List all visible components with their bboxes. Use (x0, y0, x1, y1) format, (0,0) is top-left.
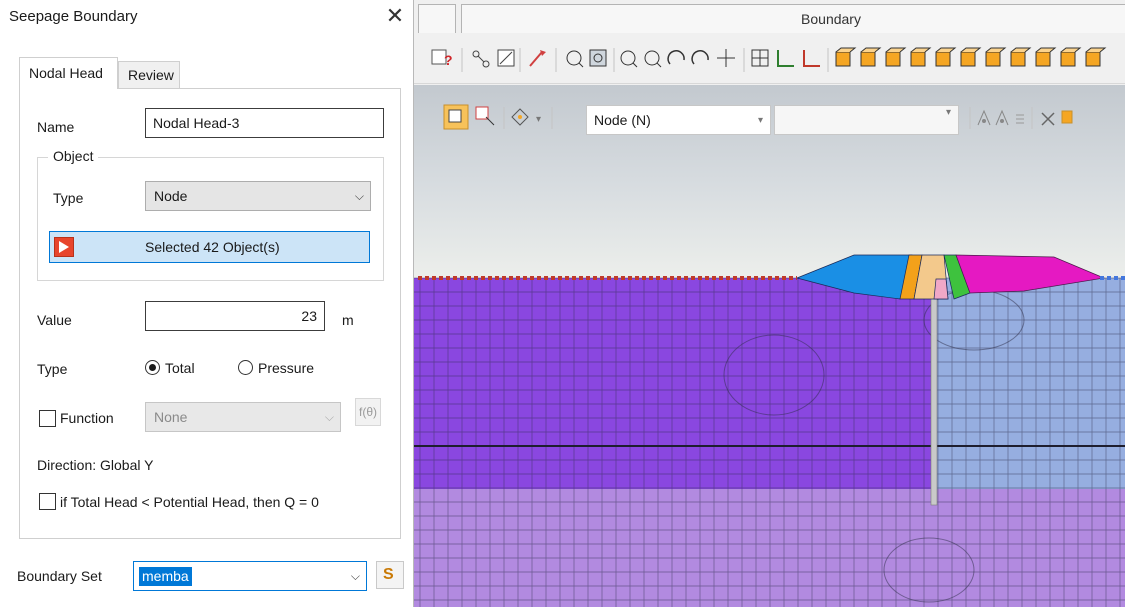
embankment-core-drain (933, 278, 949, 300)
view-top-icon[interactable] (960, 47, 982, 67)
main-application-area: Boundary ? ▾ Node (N) ▾ ▾ (413, 0, 1125, 607)
select-objects-label: Selected 42 Object(s) (145, 239, 280, 255)
value-label: Value (37, 312, 72, 328)
radio-pressure[interactable] (238, 360, 253, 375)
radio-total[interactable] (145, 360, 160, 375)
view-extra-icon[interactable] (1010, 47, 1032, 67)
view-iso-icon[interactable] (835, 47, 857, 67)
orange-tool-icon[interactable] (1061, 110, 1073, 124)
function-editor-icon[interactable]: f(θ) (355, 398, 381, 426)
axis-xz-icon[interactable] (777, 50, 794, 67)
function-label: Function (60, 410, 114, 426)
view-toolbar-icons: ? (431, 47, 1107, 72)
filter-toolbar (969, 107, 1073, 129)
view-bottom-icon[interactable] (985, 47, 1007, 67)
rotate-right-icon[interactable] (691, 50, 709, 65)
soil-region-right (934, 278, 1125, 489)
object-group-label: Object (48, 148, 99, 164)
object-type-label: Type (53, 190, 84, 206)
select-by-polygon-icon[interactable] (475, 106, 495, 126)
q-condition-checkbox[interactable] (39, 493, 56, 510)
filter-list-icon[interactable] (1016, 114, 1024, 124)
zoom-search-icon[interactable] (566, 50, 584, 68)
whats-this-icon[interactable]: ? (431, 49, 453, 68)
view-extra3-icon[interactable] (1060, 47, 1082, 67)
function-dropdown[interactable]: None ⌵ (145, 402, 341, 432)
pan-icon[interactable] (717, 49, 735, 67)
name-label: Name (37, 119, 75, 135)
soil-region-bottom (414, 489, 1125, 607)
chevron-down-icon: ⌵ (354, 189, 364, 203)
vertical-divider (930, 277, 938, 506)
view-front-icon[interactable] (860, 47, 882, 67)
function-checkbox[interactable] (39, 410, 56, 427)
object-type-value: Node (154, 188, 188, 204)
tab-nodal-head[interactable]: Nodal Head (19, 57, 118, 89)
document-tab-boundary[interactable]: Boundary (461, 4, 1125, 33)
boundary-set-value: memba (139, 567, 192, 586)
select-arrow-icon (54, 237, 74, 257)
grid-view-icon[interactable] (751, 49, 769, 67)
object-group: Object Type Node ⌵ Selected 42 Object(s) (37, 148, 384, 281)
boundary-set-dropdown[interactable]: memba ⌵ (133, 561, 367, 591)
dialog-title: Seepage Boundary (9, 8, 138, 25)
selection-toolbar: ▾ (443, 104, 553, 130)
name-input[interactable]: Nodal Head-3 (145, 108, 384, 138)
clear-selection-icon[interactable] (1041, 112, 1055, 126)
filter-remove-icon[interactable] (995, 109, 1009, 126)
chevron-down-icon[interactable]: ▾ (536, 114, 541, 125)
function-value: None (154, 409, 188, 425)
model-viewport[interactable]: ▾ Node (N) ▾ ▾ (414, 85, 1125, 607)
boundary-set-manager-icon[interactable]: S (376, 561, 404, 589)
pick-icon[interactable] (529, 50, 546, 67)
zoom-fit-icon[interactable] (589, 49, 607, 67)
zoom-dynamic-icon[interactable] (644, 50, 662, 68)
select-elements-icon[interactable] (497, 49, 515, 67)
select-objects-button[interactable]: Selected 42 Object(s) (49, 231, 370, 263)
view-back-icon[interactable] (885, 47, 907, 67)
radio-pressure-label: Pressure (258, 360, 315, 376)
soil-region-left (414, 278, 934, 489)
select-node-icon[interactable] (511, 108, 529, 126)
head-type-label: Type (37, 361, 68, 377)
mesh-canvas (414, 254, 1125, 607)
selection-filter-value: Node (N) (594, 112, 651, 128)
view-right-icon[interactable] (935, 47, 957, 67)
selection-filter-dropdown[interactable]: Node (N) ▾ (586, 105, 771, 135)
select-nodes-icon[interactable] (472, 50, 490, 68)
direction-text: Direction: Global Y (37, 457, 154, 473)
view-extra4-icon[interactable] (1085, 47, 1107, 67)
zoom-window-icon[interactable] (620, 50, 638, 68)
boundary-set-label: Boundary Set (17, 568, 102, 584)
view-toolbar: ? (414, 34, 1125, 84)
previous-document-tab[interactable] (418, 4, 456, 33)
value-input[interactable]: 23 (145, 301, 325, 331)
filter-add-icon[interactable] (977, 109, 991, 126)
q-condition-label: if Total Head < Potential Head, then Q =… (60, 494, 319, 510)
view-extra2-icon[interactable] (1035, 47, 1057, 67)
secondary-filter-dropdown[interactable]: ▾ (774, 105, 959, 135)
axis-xy-icon[interactable] (803, 50, 820, 67)
value-unit: m (342, 312, 354, 328)
view-left-icon[interactable] (910, 47, 932, 67)
chevron-down-icon: ▾ (945, 107, 951, 118)
close-button[interactable]: ✕ (382, 2, 408, 30)
radio-total-label: Total (165, 360, 195, 376)
select-by-window-icon[interactable] (443, 104, 469, 130)
chevron-down-icon: ▾ (757, 115, 763, 126)
seepage-boundary-dialog: Seepage Boundary ✕ Nodal Head Review Nam… (0, 0, 413, 607)
chevron-down-icon: ⌵ (324, 410, 334, 424)
svg-text:?: ? (444, 52, 453, 68)
tab-review[interactable]: Review (118, 61, 180, 88)
rotate-left-icon[interactable] (667, 50, 685, 65)
object-type-dropdown[interactable]: Node ⌵ (145, 181, 371, 211)
nodal-head-panel: Name Nodal Head-3 Object Type Node ⌵ Sel… (19, 88, 401, 539)
chevron-down-icon: ⌵ (350, 569, 360, 583)
